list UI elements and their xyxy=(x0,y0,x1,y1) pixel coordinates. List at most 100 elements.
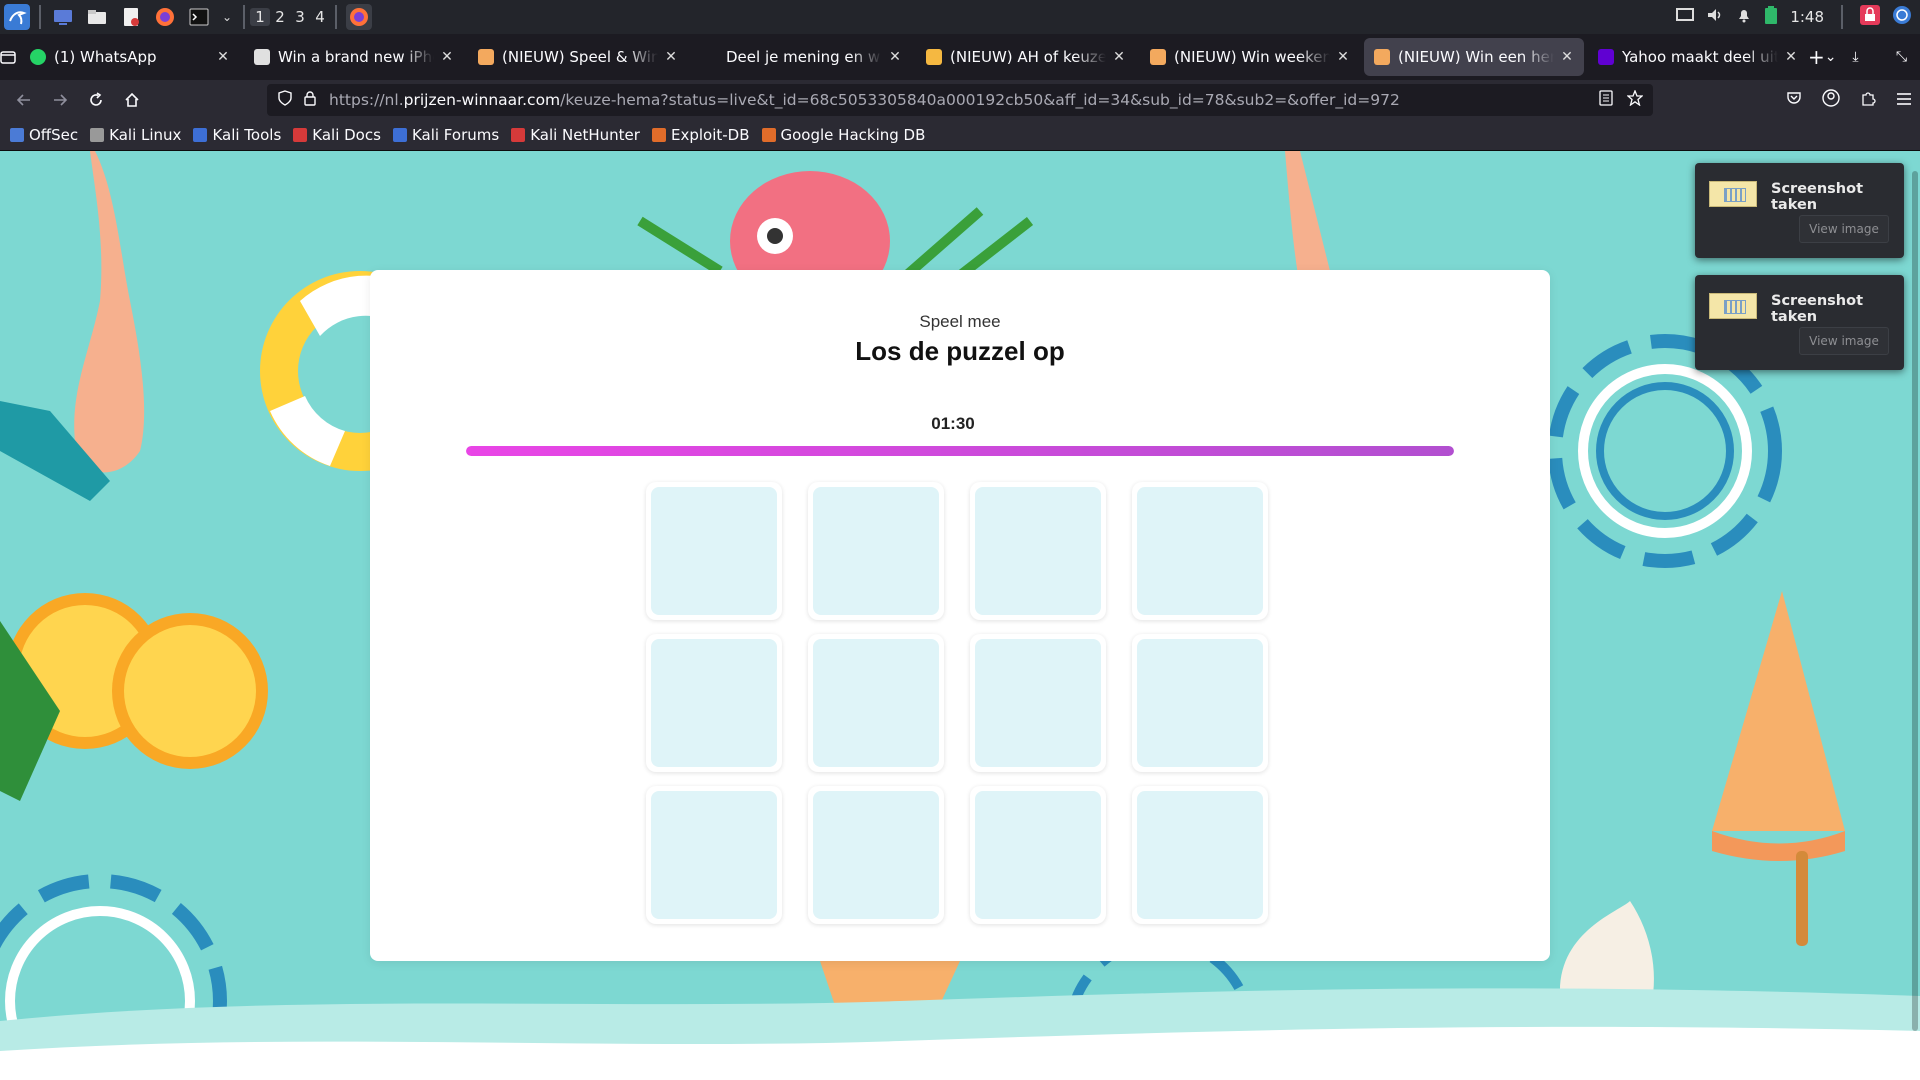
pocket-icon[interactable] xyxy=(1786,90,1802,110)
close-tab-icon[interactable]: ✕ xyxy=(1558,49,1576,65)
browser-tab-bar: (1) WhatsApp✕Win a brand new iPhone✕(NIE… xyxy=(0,34,1920,80)
screenshot-notification[interactable]: Screenshot taken View image xyxy=(1695,275,1904,370)
bookmark-item[interactable]: Kali NetHunter xyxy=(511,126,640,144)
reader-view-icon[interactable] xyxy=(1599,90,1613,110)
screenshot-thumbnail xyxy=(1709,181,1757,207)
terminal-icon[interactable] xyxy=(186,4,212,30)
bookmark-favicon-icon xyxy=(10,128,24,142)
notification-title: Screenshot taken xyxy=(1771,181,1864,213)
list-all-tabs-chevron-icon[interactable]: ⌄ xyxy=(1825,38,1837,76)
home-icon[interactable] xyxy=(114,84,150,116)
account-icon[interactable] xyxy=(1822,89,1840,111)
desktop-icon[interactable] xyxy=(50,4,76,30)
firefox-icon[interactable] xyxy=(152,4,178,30)
bookmark-item[interactable]: OffSec xyxy=(10,126,78,144)
volume-icon[interactable] xyxy=(1706,7,1724,27)
browser-tab[interactable]: (NIEUW) AH of keuze kado✕ xyxy=(916,38,1136,76)
bookmark-item[interactable]: Kali Linux xyxy=(90,126,181,144)
close-tab-icon[interactable]: ✕ xyxy=(214,49,232,65)
kali-menu-icon[interactable] xyxy=(4,4,30,30)
forward-arrow-icon[interactable] xyxy=(42,84,78,116)
url-text[interactable]: https://nl.prijzen-winnaar.com/keuze-hem… xyxy=(329,91,1599,109)
bookmark-item[interactable]: Kali Forums xyxy=(392,126,499,144)
puzzle-tile[interactable] xyxy=(1132,786,1268,924)
icecream-icon xyxy=(1150,49,1166,65)
close-tab-icon[interactable]: ✕ xyxy=(886,49,904,65)
puzzle-grid xyxy=(646,482,1268,924)
browser-tab[interactable]: (NIEUW) Speel & Win Een✕ xyxy=(468,38,688,76)
padlock-icon[interactable] xyxy=(303,90,317,110)
tab-title: (NIEUW) Speel & Win Een xyxy=(502,48,658,66)
extensions-puzzle-icon[interactable] xyxy=(1860,90,1876,110)
workspace-1[interactable]: 1 xyxy=(250,8,270,26)
notification-bell-icon[interactable] xyxy=(1736,7,1752,27)
puzzle-tile[interactable] xyxy=(808,786,944,924)
bookmark-favicon-icon xyxy=(761,128,776,142)
puzzle-tile[interactable] xyxy=(970,634,1106,772)
tab-title: (NIEUW) Win een hema xyxy=(1398,48,1554,66)
bookmark-favicon-icon xyxy=(392,128,407,142)
web-page: Speel mee Los de puzzel op 01:30 Screens… xyxy=(0,151,1920,1080)
screenshot-notification[interactable]: Screenshot taken View image xyxy=(1695,163,1904,258)
puzzle-tile-face xyxy=(1137,487,1263,615)
screen-icon[interactable] xyxy=(1676,7,1695,27)
workspace-3[interactable]: 3 xyxy=(290,8,310,26)
bookmark-item[interactable]: Kali Docs xyxy=(293,126,381,144)
hamburger-menu-icon[interactable] xyxy=(1896,91,1912,110)
tracking-protection-shield-icon[interactable] xyxy=(277,90,293,110)
new-tab-button[interactable]: + xyxy=(1808,38,1825,76)
bookmark-item[interactable]: Exploit-DB xyxy=(651,126,750,144)
browser-tab[interactable]: Deel je mening en win ✕ xyxy=(692,38,912,76)
browser-tab[interactable]: (1) WhatsApp ✕ xyxy=(20,38,240,76)
browser-tab[interactable]: (NIEUW) Win een hema✕ xyxy=(1364,38,1584,76)
close-tab-icon[interactable]: ✕ xyxy=(662,49,680,65)
reload-icon[interactable] xyxy=(78,84,114,116)
bookmark-item[interactable]: Google Hacking DB xyxy=(761,126,925,144)
time-progress-bar xyxy=(466,446,1454,456)
puzzle-tile[interactable] xyxy=(1132,634,1268,772)
puzzle-tile[interactable] xyxy=(808,634,944,772)
puzzle-tile[interactable] xyxy=(646,482,782,620)
url-prefix: https://nl. xyxy=(329,91,404,109)
taskbar-separator xyxy=(1841,5,1843,29)
firefox-window-icon[interactable] xyxy=(346,4,372,30)
clock[interactable]: 1:48 xyxy=(1790,8,1824,26)
browser-tab[interactable]: (NIEUW) Win weekendje✕ xyxy=(1140,38,1360,76)
workspace-4[interactable]: 4 xyxy=(310,8,330,26)
puzzle-tile[interactable] xyxy=(1132,482,1268,620)
puzzle-tile-face xyxy=(813,791,939,919)
power-icon[interactable] xyxy=(1892,5,1912,29)
close-tab-icon[interactable]: ✕ xyxy=(1110,49,1128,65)
taskbar-separator xyxy=(243,5,245,29)
puzzle-tile[interactable] xyxy=(646,786,782,924)
view-image-button[interactable]: View image xyxy=(1799,215,1889,243)
puzzle-tile-face xyxy=(975,639,1101,767)
download-icon[interactable]: ⤓ xyxy=(1837,38,1875,76)
chevron-down-icon[interactable]: ⌄ xyxy=(220,4,234,30)
url-bar[interactable]: https://nl.prijzen-winnaar.com/keuze-hem… xyxy=(267,84,1653,116)
view-image-button[interactable]: View image xyxy=(1799,327,1889,355)
bookmark-item[interactable]: Kali Tools xyxy=(193,126,281,144)
file-manager-icon[interactable] xyxy=(84,4,110,30)
back-arrow-icon[interactable] xyxy=(6,84,42,116)
puzzle-tile[interactable] xyxy=(970,482,1106,620)
browser-nav-bar: https://nl.prijzen-winnaar.com/keuze-hem… xyxy=(0,80,1920,120)
puzzle-tile[interactable] xyxy=(970,786,1106,924)
close-tab-icon[interactable]: ✕ xyxy=(438,49,456,65)
yahoo-icon xyxy=(1598,49,1614,65)
restore-window-icon[interactable]: ⤡ xyxy=(1883,38,1920,76)
text-editor-icon[interactable] xyxy=(118,4,144,30)
puzzle-tile[interactable] xyxy=(808,482,944,620)
browser-tab[interactable]: Yahoo maakt deel uit van✕ xyxy=(1588,38,1808,76)
lock-screen-icon[interactable] xyxy=(1860,5,1880,29)
firefox-view-icon[interactable] xyxy=(0,37,16,77)
page-scrollbar[interactable] xyxy=(1912,171,1918,1031)
browser-tab[interactable]: Win a brand new iPhone✕ xyxy=(244,38,464,76)
close-tab-icon[interactable]: ✕ xyxy=(1782,49,1800,65)
apple-icon xyxy=(254,49,270,65)
workspace-2[interactable]: 2 xyxy=(270,8,290,26)
battery-icon[interactable] xyxy=(1764,5,1778,29)
bookmark-star-icon[interactable] xyxy=(1626,89,1644,110)
puzzle-tile[interactable] xyxy=(646,634,782,772)
close-tab-icon[interactable]: ✕ xyxy=(1334,49,1352,65)
